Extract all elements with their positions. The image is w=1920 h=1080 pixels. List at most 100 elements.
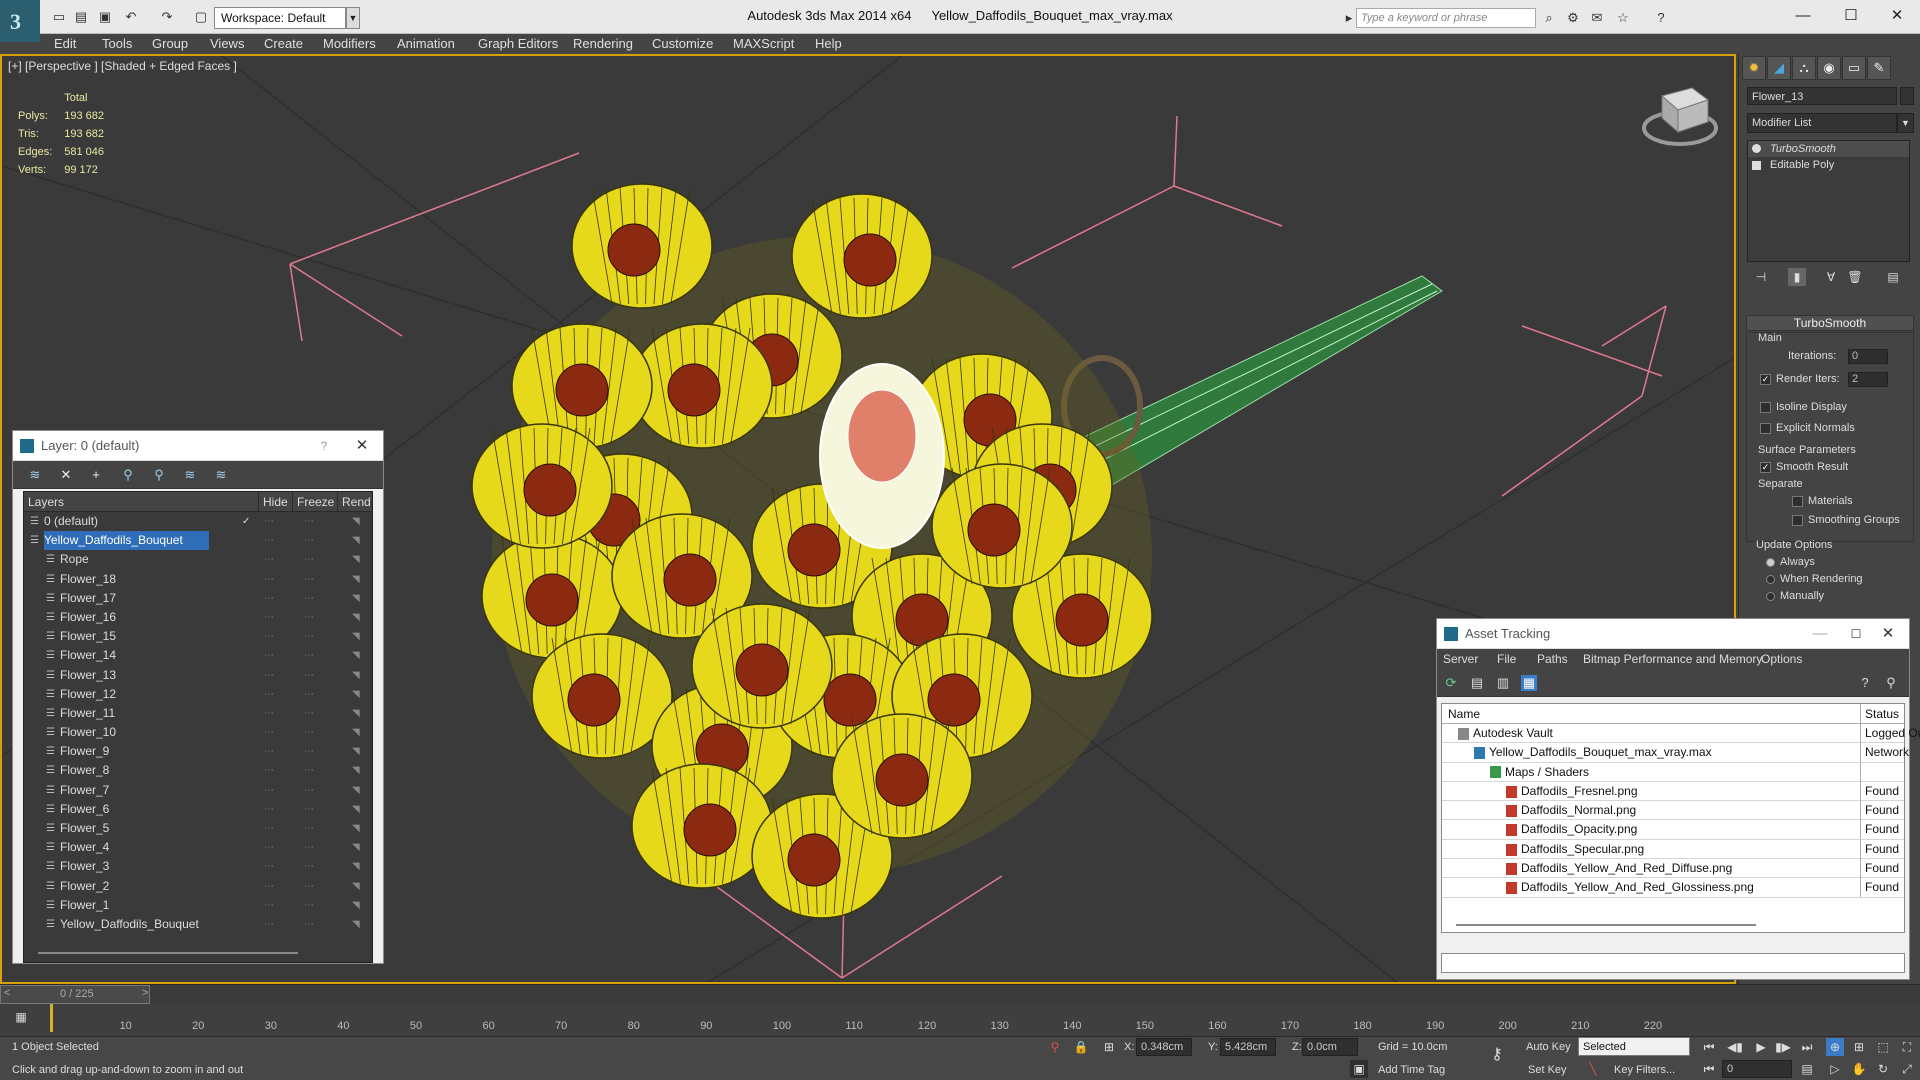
time-slider-thumb[interactable]	[0, 985, 150, 1004]
current-frame-field[interactable]: 0	[1722, 1060, 1792, 1078]
configure-sets-icon[interactable]: ▤	[1884, 268, 1902, 286]
modifier-on-icon[interactable]	[1752, 161, 1761, 170]
render-toggle[interactable]: ◥	[352, 608, 360, 627]
asset-tracking-titlebar[interactable]: Asset Tracking — ☐ ✕	[1437, 619, 1909, 649]
viewcube[interactable]	[1642, 87, 1718, 146]
asset-row[interactable]: Daffodils_Normal.png Found	[1442, 801, 1904, 821]
col-hide[interactable]: Hide	[258, 492, 288, 512]
communication-icon[interactable]: ✉	[1588, 9, 1606, 27]
layer-row[interactable]: Rope ☰ ⋯ ⋯ ◥	[24, 550, 372, 569]
always-radio[interactable]	[1766, 557, 1775, 567]
time-config-icon[interactable]: ▤	[1798, 1060, 1816, 1078]
menu-help[interactable]: Help	[815, 34, 842, 54]
menu-bitmap-performance[interactable]: Bitmap Performance and Memory	[1583, 652, 1762, 666]
hide-toggle[interactable]: ⋯	[264, 857, 274, 876]
layer-row[interactable]: Flower_12 ☰ ⋯ ⋯ ◥	[24, 685, 372, 704]
freeze-toggle[interactable]: ⋯	[304, 550, 314, 569]
isoline-checkbox[interactable]	[1760, 401, 1771, 413]
current-layer-check-icon[interactable]: ✓	[242, 512, 250, 531]
layer-row[interactable]: Flower_16 ☰ ⋯ ⋯ ◥	[24, 608, 372, 627]
maximize-viewport-icon[interactable]: ⤢	[1898, 1060, 1916, 1078]
chevron-down-icon[interactable]: ▼	[1897, 113, 1914, 133]
layer-row[interactable]: Yellow_Daffodils_Bouquet ☰ ⋯ ⋯ ◥	[24, 531, 372, 551]
isolate-pin-icon[interactable]: ⚲	[1046, 1038, 1064, 1056]
close-icon[interactable]: ✕	[1873, 619, 1903, 649]
render-toggle[interactable]: ◥	[352, 685, 360, 704]
make-unique-icon[interactable]: ∀	[1822, 268, 1840, 286]
close-icon[interactable]: ✕	[347, 431, 377, 461]
freeze-toggle[interactable]: ⋯	[304, 666, 314, 685]
freeze-toggle[interactable]: ⋯	[304, 877, 314, 896]
render-toggle[interactable]: ◥	[352, 857, 360, 876]
layer-row[interactable]: Flower_1 ☰ ⋯ ⋯ ◥	[24, 896, 372, 915]
freeze-toggle[interactable]: ⋯	[304, 512, 314, 531]
highlight-layer-icon[interactable]: ⚲	[151, 467, 167, 483]
layer-name[interactable]: Flower_18	[60, 570, 116, 589]
maximize-icon[interactable]: ☐	[1841, 619, 1871, 649]
layer-row[interactable]: Flower_5 ☰ ⋯ ⋯ ◥	[24, 819, 372, 838]
freeze-toggle[interactable]: ⋯	[304, 627, 314, 646]
next-key-icon[interactable]: ▮▶	[1774, 1038, 1792, 1056]
modifier-list-dropdown[interactable]: Modifier List	[1747, 113, 1897, 133]
layer-row[interactable]: Flower_14 ☰ ⋯ ⋯ ◥	[24, 646, 372, 665]
layer-row[interactable]: Flower_7 ☰ ⋯ ⋯ ◥	[24, 781, 372, 800]
zoom-icon[interactable]: ⊕	[1826, 1038, 1844, 1056]
layer-row[interactable]: Flower_6 ☰ ⋯ ⋯ ◥	[24, 800, 372, 819]
hide-toggle[interactable]: ⋯	[264, 608, 274, 627]
render-toggle[interactable]: ◥	[352, 723, 360, 742]
render-toggle[interactable]: ◥	[352, 589, 360, 608]
hide-toggle[interactable]: ⋯	[264, 627, 274, 646]
freeze-toggle[interactable]: ⋯	[304, 838, 314, 857]
layer-row[interactable]: Flower_15 ☰ ⋯ ⋯ ◥	[24, 627, 372, 646]
x-coord-field[interactable]: 0.348cm	[1136, 1038, 1192, 1056]
menu-modifiers[interactable]: Modifiers	[323, 34, 376, 54]
layer-name[interactable]: Flower_9	[60, 742, 109, 761]
layer-row[interactable]: Flower_17 ☰ ⋯ ⋯ ◥	[24, 589, 372, 608]
render-toggle[interactable]: ◥	[352, 531, 360, 550]
hide-toggle[interactable]: ⋯	[264, 570, 274, 589]
asset-path-field[interactable]	[1441, 953, 1905, 973]
hide-toggle[interactable]: ⋯	[264, 896, 274, 915]
layer-row[interactable]: Flower_4 ☰ ⋯ ⋯ ◥	[24, 838, 372, 857]
daffodil-bouquet-model[interactable]	[471, 183, 1443, 919]
hide-toggle[interactable]: ⋯	[264, 704, 274, 723]
layer-row[interactable]: Flower_10 ☰ ⋯ ⋯ ◥	[24, 723, 372, 742]
render-iters-spinner[interactable]: 2	[1848, 372, 1888, 387]
time-slider[interactable]: < 0 / 225 >	[0, 984, 1920, 1004]
menu-rendering[interactable]: Rendering	[573, 34, 633, 54]
hide-toggle[interactable]: ⋯	[264, 666, 274, 685]
freeze-toggle[interactable]: ⋯	[304, 704, 314, 723]
freeze-toggle[interactable]: ⋯	[304, 531, 314, 550]
absolute-mode-icon[interactable]: ⊞	[1100, 1038, 1118, 1056]
layer-name[interactable]: Flower_15	[60, 627, 116, 646]
menu-views[interactable]: Views	[210, 34, 244, 54]
zoom-extents-all-icon[interactable]: ⛶	[1898, 1038, 1916, 1056]
goto-start-icon[interactable]: ⏮	[1700, 1038, 1718, 1056]
time-tag-icon[interactable]: ▣	[1350, 1060, 1368, 1078]
layer-name[interactable]: Flower_13	[60, 666, 116, 685]
show-end-result-icon[interactable]: ▮	[1788, 268, 1806, 286]
play-icon[interactable]: ▶	[1752, 1038, 1770, 1056]
asset-row[interactable]: Daffodils_Yellow_And_Red_Diffuse.png Foun…	[1442, 859, 1904, 879]
render-toggle[interactable]: ◥	[352, 627, 360, 646]
curve-editor-icon[interactable]: ▦	[12, 1008, 30, 1026]
asset-row[interactable]: Maps / Shaders	[1442, 762, 1904, 782]
hide-toggle[interactable]: ⋯	[264, 685, 274, 704]
menu-paths[interactable]: Paths	[1537, 652, 1568, 666]
layer-name[interactable]: Flower_11	[60, 704, 115, 723]
field-of-view-icon[interactable]: ▷	[1826, 1060, 1844, 1078]
layer-name[interactable]: Yellow_Daffodils_Bouquet	[60, 915, 199, 934]
col-name[interactable]: Name	[1448, 704, 1480, 724]
select-objects-icon[interactable]: ⚲	[120, 467, 136, 483]
layer-name[interactable]: Rope	[60, 550, 89, 569]
object-name-field[interactable]: Flower_13	[1747, 87, 1897, 105]
layer-row[interactable]: Flower_18 ☰ ⋯ ⋯ ◥	[24, 570, 372, 589]
refresh-icon[interactable]: ⟳	[1443, 675, 1459, 691]
layer-row[interactable]: Flower_13 ☰ ⋯ ⋯ ◥	[24, 666, 372, 685]
menu-animation[interactable]: Animation	[397, 34, 455, 54]
help-icon[interactable]: ?	[1652, 9, 1670, 27]
subscription-icon[interactable]: ⚙	[1564, 9, 1582, 27]
layer-name[interactable]: Flower_1	[60, 896, 109, 915]
modifier-on-icon[interactable]	[1752, 144, 1761, 153]
goto-end-icon[interactable]: ⏭	[1798, 1038, 1816, 1056]
